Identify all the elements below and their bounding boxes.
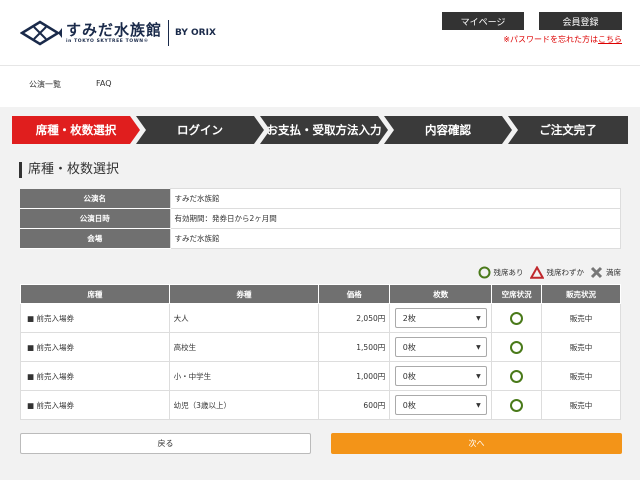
- available-circle-icon: [510, 398, 524, 412]
- qty-cell: 0枚 ▼: [389, 332, 493, 362]
- seat-type-text: 前売入場券: [36, 371, 74, 381]
- table-row: ■ 前売入場券 大人 2,050円 2枚 ▼ 販売中: [20, 303, 621, 333]
- table-header-row: 席種 券種 価格 枚数 空席状況 販売状況: [20, 284, 621, 304]
- logo-divider: [168, 20, 170, 46]
- table-row: ■ 前売入場券 小・中学生 1,000円 0枚 ▼ 販売中: [20, 361, 621, 391]
- seat-type-text: 前売入場券: [36, 400, 74, 410]
- performance-info-table: 公演名 すみだ水族館 公演日時 有効期間：発券日から2ヶ月間 会場 すみだ水族館: [20, 188, 621, 249]
- sale-status-cell: 販売中: [541, 361, 621, 391]
- availability-legend: 残席あり 残席わずか 満席: [455, 265, 621, 279]
- col-header-seat: 席種: [20, 284, 170, 304]
- info-value: 有効期間：発券日から2ヶ月間: [169, 208, 621, 229]
- info-label: 公演日時: [20, 208, 170, 229]
- seat-type-cell: ■ 前売入場券: [20, 390, 170, 420]
- qty-cell: 0枚 ▼: [389, 361, 493, 391]
- dropdown-arrow-icon: ▼: [476, 314, 481, 322]
- info-value: すみだ水族館: [169, 228, 621, 249]
- logo-text: すみだ水族館 in TOKYO SKYTREE TOWN®: [66, 21, 162, 45]
- qty-select[interactable]: 0枚 ▼: [394, 395, 487, 415]
- legend-full-label: 満席: [606, 267, 621, 277]
- info-row: 公演日時 有効期間：発券日から2ヶ月間: [20, 208, 621, 229]
- nav-item-faq[interactable]: FAQ: [96, 79, 112, 88]
- logo-main-text: すみだ水族館: [66, 21, 163, 39]
- available-circle-icon: [510, 340, 524, 354]
- sale-status-cell: 販売中: [541, 332, 621, 362]
- seat-type-cell: ■ 前売入場券: [20, 361, 170, 391]
- ticket-kind-cell: 大人: [168, 303, 320, 333]
- availability-cell: [491, 390, 543, 420]
- table-row: ■ 前売入場券 高校生 1,500円 0枚 ▼ 販売中: [20, 332, 621, 362]
- qty-select-value: 0枚: [402, 342, 416, 352]
- col-header-kind: 券種: [168, 284, 320, 304]
- mypage-button[interactable]: マイページ: [442, 12, 524, 30]
- page-title: 席種・枚数選択: [19, 162, 119, 178]
- back-button[interactable]: 戻る: [20, 433, 311, 454]
- price-cell: 600円: [318, 390, 391, 420]
- sale-status-cell: 販売中: [541, 303, 621, 333]
- availability-cell: [491, 303, 543, 333]
- availability-cell: [491, 332, 543, 362]
- full-cross-icon: [590, 266, 603, 278]
- qty-select-value: 2枚: [402, 313, 416, 323]
- info-row: 公演名 すみだ水族館: [20, 188, 621, 209]
- price-cell: 1,500円: [318, 332, 391, 362]
- forgot-password-notice: ※パスワードを忘れた方はこちら: [470, 34, 622, 45]
- dropdown-arrow-icon: ▼: [476, 401, 481, 409]
- next-button[interactable]: 次へ: [331, 433, 622, 454]
- step-payment: お支払・受取方法入力: [260, 116, 388, 144]
- legend-available-label: 残席あり: [493, 267, 524, 277]
- progress-steps: 席種・枚数選択 ログイン お支払・受取方法入力 内容確認 ご注文完了: [12, 116, 628, 144]
- qty-select-value: 0枚: [402, 371, 416, 381]
- step-confirm: 内容確認: [384, 116, 512, 144]
- step-seat-selection: 席種・枚数選択: [12, 116, 140, 144]
- info-row: 会場 すみだ水族館: [20, 228, 621, 249]
- col-header-availability: 空席状況: [491, 284, 543, 304]
- logo-sub-text: in TOKYO SKYTREE TOWN®: [66, 39, 149, 44]
- qty-cell: 0枚 ▼: [389, 390, 493, 420]
- available-circle-icon: [478, 266, 490, 278]
- available-circle-icon: [510, 311, 524, 325]
- seat-type-text: 前売入場券: [36, 342, 74, 352]
- nav-item-performances[interactable]: 公演一覧: [29, 79, 61, 90]
- info-value: すみだ水族館: [169, 188, 621, 209]
- qty-select[interactable]: 2枚 ▼: [394, 308, 487, 328]
- availability-cell: [491, 361, 543, 391]
- sale-status-cell: 販売中: [541, 390, 621, 420]
- few-triangle-icon: [529, 265, 544, 279]
- qty-cell: 2枚 ▼: [389, 303, 493, 333]
- qty-select-value: 0枚: [402, 400, 416, 410]
- available-circle-icon: [510, 369, 524, 383]
- ticket-table: 席種 券種 価格 枚数 空席状況 販売状況 ■ 前売入場券 大人 2,050円 …: [20, 284, 621, 420]
- ticket-kind-cell: 小・中学生: [168, 361, 320, 391]
- info-label: 公演名: [20, 188, 170, 209]
- seat-type-cell: ■ 前売入場券: [20, 303, 170, 333]
- price-cell: 2,050円: [318, 303, 391, 333]
- logo-partner-text: BY ORIX: [175, 28, 216, 38]
- col-header-sale: 販売状況: [541, 284, 621, 304]
- step-complete: ご注文完了: [508, 116, 628, 144]
- dropdown-arrow-icon: ▼: [476, 343, 481, 351]
- fish-logo-icon: [20, 20, 62, 46]
- ticket-kind-cell: 幼児（3歳以上）: [168, 390, 320, 420]
- step-login: ログイン: [136, 116, 264, 144]
- info-label: 会場: [20, 228, 170, 249]
- forgot-password-link[interactable]: こちら: [598, 35, 622, 44]
- seat-type-text: 前売入場券: [36, 313, 74, 323]
- global-nav: 公演一覧 FAQ: [0, 65, 640, 107]
- ticket-kind-cell: 高校生: [168, 332, 320, 362]
- dropdown-arrow-icon: ▼: [476, 372, 481, 380]
- register-button[interactable]: 会員登録: [539, 12, 622, 30]
- col-header-qty: 枚数: [389, 284, 493, 304]
- table-row: ■ 前売入場券 幼児（3歳以上） 600円 0枚 ▼ 販売中: [20, 390, 621, 420]
- forgot-password-text: ※パスワードを忘れた方は: [503, 35, 598, 44]
- col-header-price: 価格: [318, 284, 391, 304]
- seat-type-cell: ■ 前売入場券: [20, 332, 170, 362]
- site-logo[interactable]: すみだ水族館 in TOKYO SKYTREE TOWN® BY ORIX: [20, 18, 216, 48]
- qty-select[interactable]: 0枚 ▼: [394, 366, 487, 386]
- qty-select[interactable]: 0枚 ▼: [394, 337, 487, 357]
- site-header: すみだ水族館 in TOKYO SKYTREE TOWN® BY ORIX マイ…: [0, 0, 640, 65]
- legend-few-label: 残席わずか: [546, 267, 585, 277]
- price-cell: 1,000円: [318, 361, 391, 391]
